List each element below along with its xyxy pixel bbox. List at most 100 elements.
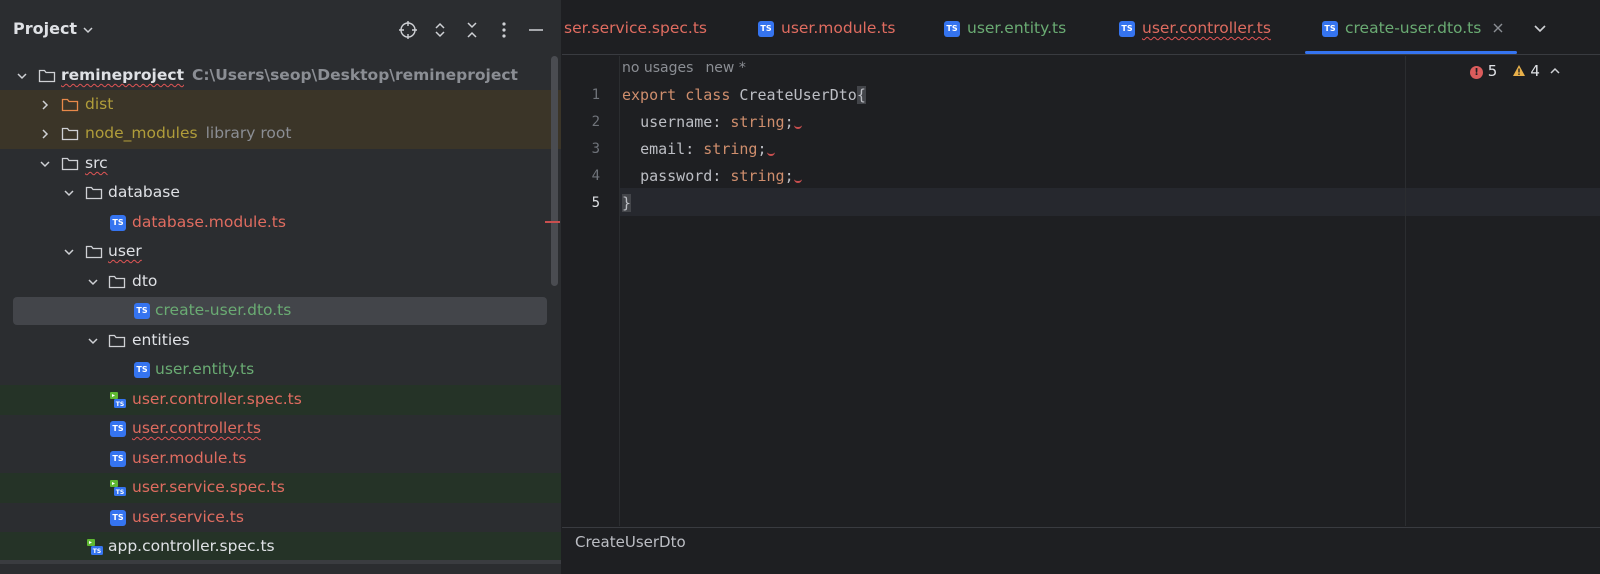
- breadcrumb-bar: CreateUserDto: [562, 527, 1600, 557]
- tree-item-label: user: [108, 242, 142, 260]
- active-tab-indicator: [1305, 51, 1517, 54]
- error-stripe-marker[interactable]: [545, 221, 560, 223]
- project-panel-header: Project: [0, 0, 561, 60]
- collapse-all-icon[interactable]: [462, 20, 482, 40]
- chevron-down-icon[interactable]: [61, 185, 77, 201]
- tree-item-label: entities: [132, 331, 190, 349]
- tab-label: create-user.dto.ts: [1345, 19, 1482, 37]
- tab-label: user.entity.ts: [967, 19, 1067, 37]
- chevron-down-icon[interactable]: [80, 22, 96, 38]
- project-tree: remineproject C:\Users\seop\Desktop\remin…: [0, 61, 561, 571]
- code-vision-hint[interactable]: no usages new *: [622, 60, 746, 76]
- typescript-file-icon: TS: [110, 421, 126, 437]
- error-underline: [793, 175, 802, 183]
- tree-item-label: dto: [132, 272, 158, 290]
- chevron-down-icon[interactable]: [61, 244, 77, 260]
- error-count: 5: [1487, 62, 1498, 80]
- svg-text:TS: TS: [116, 401, 124, 408]
- tree-item-label: user.controller.ts: [132, 419, 261, 437]
- tree-item-dist[interactable]: dist: [0, 90, 561, 120]
- inspection-widget[interactable]: ! 5 4: [1470, 62, 1540, 80]
- tree-item-app-controller-spec[interactable]: TS app.controller.spec.ts: [0, 532, 561, 562]
- chevron-down-icon[interactable]: [37, 156, 53, 172]
- tree-item-user-entity[interactable]: TS user.entity.ts: [0, 355, 561, 385]
- author-hint[interactable]: new *: [705, 60, 745, 76]
- tree-item-label: database.module.ts: [132, 213, 286, 231]
- tree-horizontal-scrollbar[interactable]: [0, 560, 561, 564]
- folder-icon: [85, 245, 103, 259]
- tab-user-service-spec[interactable]: ser.service.spec.ts: [562, 0, 742, 54]
- tree-item-src[interactable]: src: [0, 149, 561, 179]
- editor-tab-bar: ser.service.spec.ts TS user.module.ts TS…: [562, 0, 1600, 55]
- tree-item-node-modules[interactable]: node_modules library root: [0, 119, 561, 149]
- tree-item-label: user.service.ts: [132, 508, 244, 526]
- tab-user-entity[interactable]: TS user.entity.ts: [944, 0, 1104, 54]
- tab-user-controller[interactable]: TS user.controller.ts: [1119, 0, 1299, 54]
- code-line[interactable]: export class CreateUserDto{: [622, 86, 866, 104]
- code-line[interactable]: username: string;: [622, 113, 802, 131]
- tree-item-database-module[interactable]: TS database.module.ts: [0, 208, 561, 238]
- tree-item-label: dist: [85, 95, 114, 113]
- line-number: 3: [591, 141, 600, 157]
- tree-item-user-service-spec[interactable]: TS user.service.spec.ts: [0, 473, 561, 503]
- expand-all-icon[interactable]: [430, 20, 450, 40]
- crosshair-icon[interactable]: [398, 20, 418, 40]
- tree-item-create-user-dto[interactable]: TS create-user.dto.ts: [0, 296, 561, 326]
- tree-item-label: user.service.spec.ts: [132, 478, 285, 496]
- tree-item-database[interactable]: database: [0, 178, 561, 208]
- chevron-down-icon[interactable]: [1532, 20, 1548, 36]
- code-line[interactable]: }: [622, 194, 632, 212]
- tree-scrollbar[interactable]: [551, 56, 558, 286]
- chevron-right-icon[interactable]: [37, 126, 53, 142]
- typescript-file-icon: TS: [110, 451, 126, 467]
- line-number: 4: [591, 168, 600, 184]
- code-line[interactable]: email: string;: [622, 140, 775, 158]
- typescript-file-icon: TS: [110, 510, 126, 526]
- chevron-down-icon[interactable]: [85, 274, 101, 290]
- svg-text:TS: TS: [93, 548, 101, 555]
- chevron-right-icon[interactable]: [37, 97, 53, 113]
- tab-user-module[interactable]: TS user.module.ts: [758, 0, 928, 54]
- tree-item-label: user.controller.spec.ts: [132, 390, 302, 408]
- tree-item-label: src: [85, 154, 108, 172]
- excluded-folder-icon: [61, 98, 79, 112]
- warning-count: 4: [1530, 62, 1540, 80]
- chevron-down-icon[interactable]: [14, 68, 30, 84]
- tree-item-root[interactable]: remineproject C:\Users\seop\Desktop\remin…: [0, 61, 561, 91]
- warning-icon: [1512, 65, 1525, 76]
- editor-horizontal-scrollbar[interactable]: [562, 558, 1600, 574]
- usages-hint[interactable]: no usages: [622, 60, 693, 76]
- chevron-up-icon[interactable]: [1548, 64, 1562, 78]
- line-number: 2: [591, 114, 600, 130]
- tree-item-user-controller-spec[interactable]: TS user.controller.spec.ts: [0, 385, 561, 415]
- tree-item-entities[interactable]: entities: [0, 326, 561, 356]
- minimize-icon[interactable]: [526, 20, 546, 40]
- tree-item-user-service[interactable]: TS user.service.ts: [0, 503, 561, 533]
- svg-text:TS: TS: [116, 489, 124, 496]
- folder-icon: [108, 275, 126, 289]
- tree-item-user-module[interactable]: TS user.module.ts: [0, 444, 561, 474]
- library-root-hint: library root: [205, 124, 292, 142]
- folder-icon: [38, 69, 56, 83]
- tree-item-label: create-user.dto.ts: [155, 301, 292, 319]
- tree-root-path: C:\Users\seop\Desktop\remineproject: [191, 66, 518, 84]
- typescript-file-icon: TS: [1119, 21, 1135, 37]
- typescript-file-icon: TS: [944, 21, 960, 37]
- tree-item-user-controller[interactable]: TS user.controller.ts: [0, 414, 561, 444]
- error-icon: !: [1470, 66, 1483, 79]
- current-line-highlight: [562, 188, 1600, 216]
- folder-icon: [85, 186, 103, 200]
- breadcrumb[interactable]: CreateUserDto: [575, 533, 686, 551]
- project-view-title[interactable]: Project: [13, 19, 77, 38]
- typescript-file-icon: TS: [1322, 21, 1338, 37]
- chevron-down-icon[interactable]: [85, 333, 101, 349]
- code-line[interactable]: password: string;: [622, 167, 802, 185]
- tree-item-user[interactable]: user: [0, 237, 561, 267]
- tree-item-label: app.controller.spec.ts: [108, 537, 275, 555]
- more-options-icon[interactable]: [494, 20, 514, 40]
- close-tab-icon[interactable]: [1491, 21, 1505, 35]
- typescript-file-icon: TS: [758, 21, 774, 37]
- tab-label: user.controller.ts: [1142, 19, 1271, 37]
- tree-item-label: database: [108, 183, 180, 201]
- tree-item-dto[interactable]: dto: [0, 267, 561, 297]
